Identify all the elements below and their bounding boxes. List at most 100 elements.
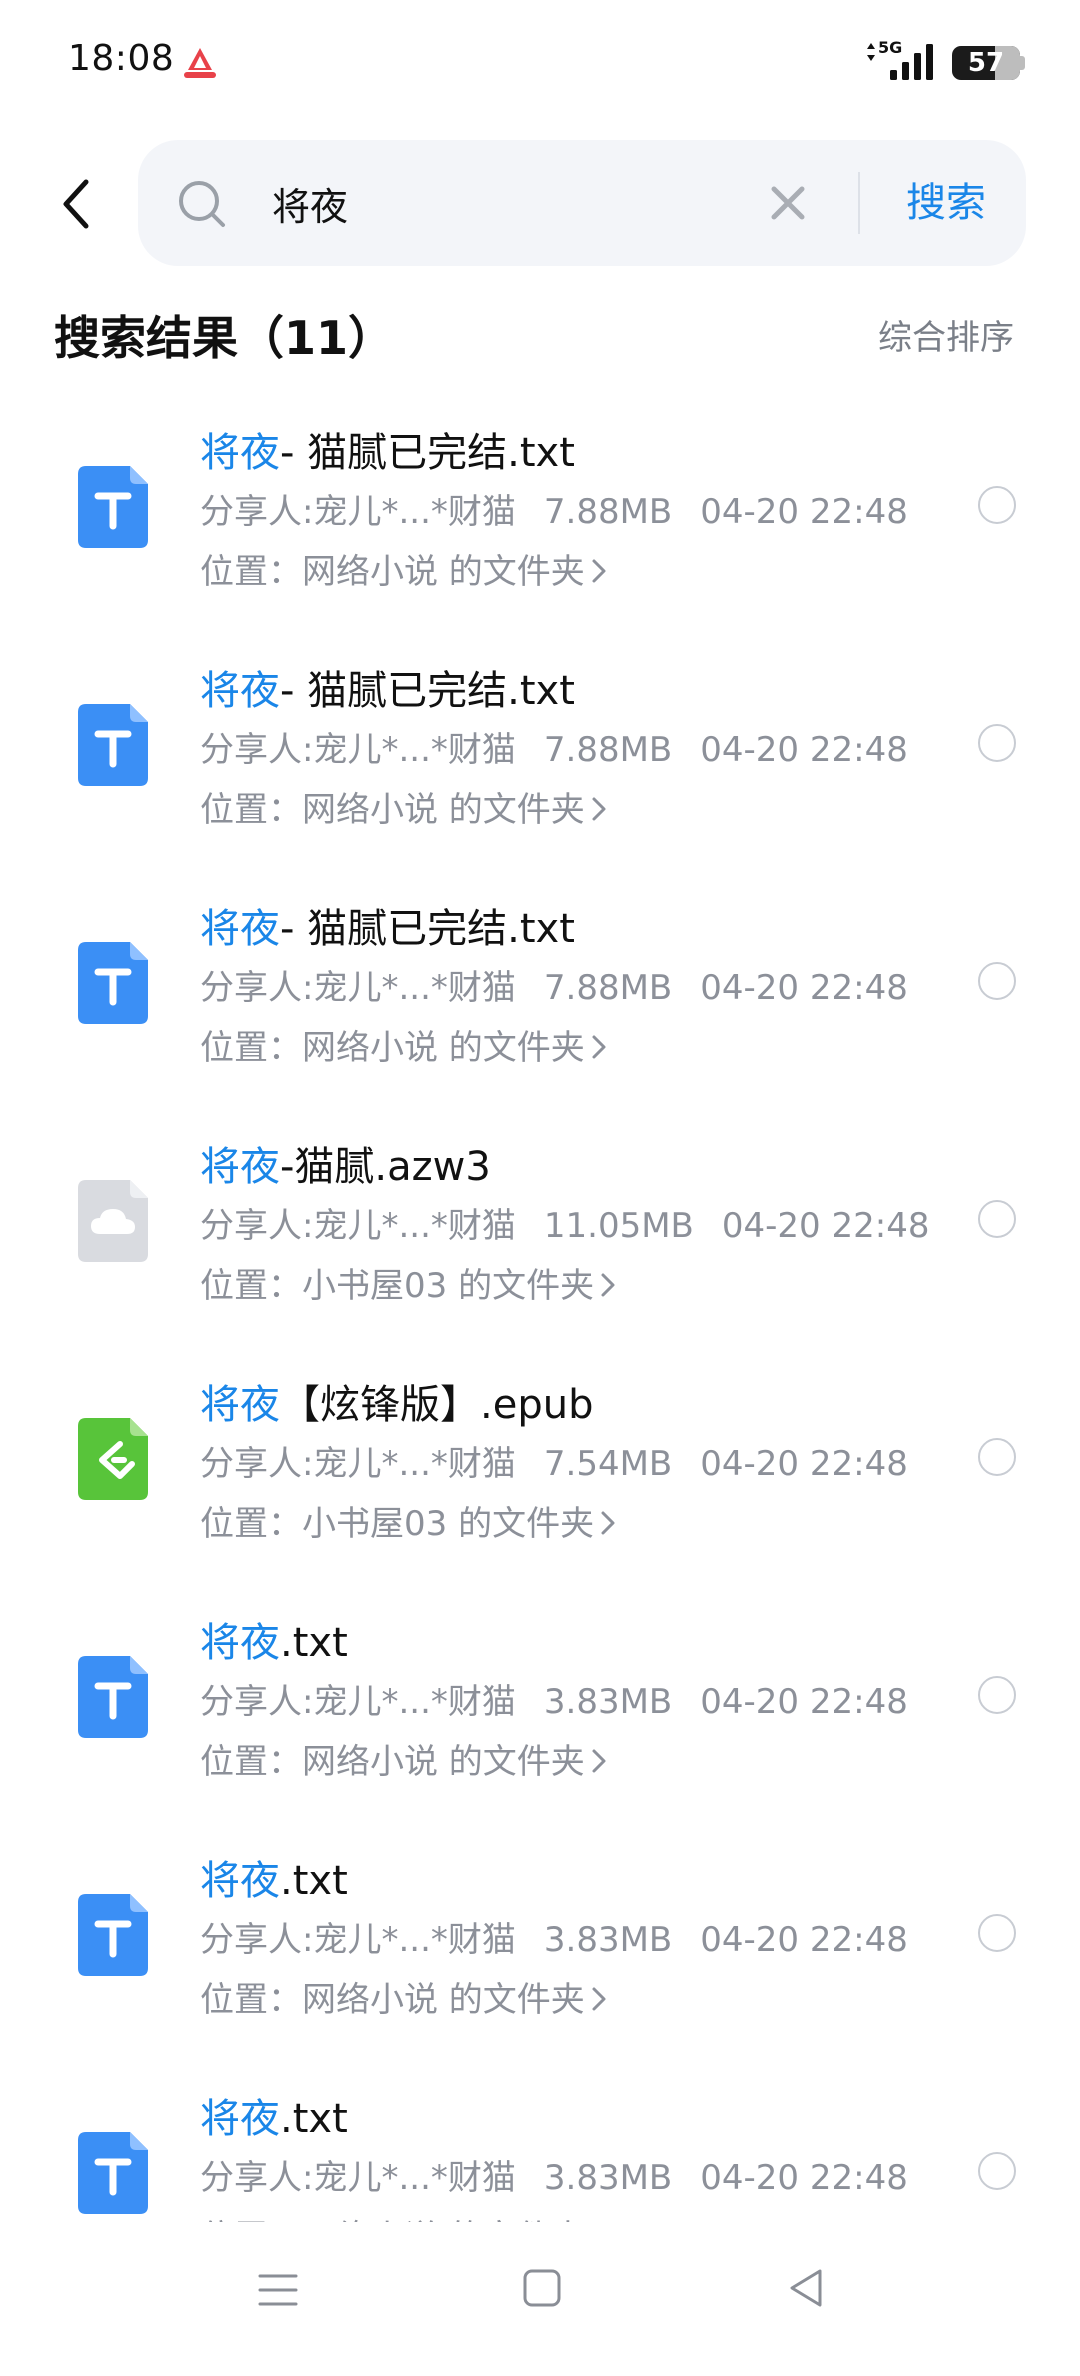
select-radio[interactable] <box>978 1914 1016 1952</box>
close-icon[interactable] <box>768 183 808 223</box>
file-size: 7.88MB <box>543 968 673 1008</box>
file-location[interactable]: 位置：网络小说 的文件夹 <box>200 1734 607 1784</box>
battery-tip <box>1020 56 1025 70</box>
select-radio[interactable] <box>978 1676 1016 1714</box>
file-size: 7.88MB <box>543 492 673 532</box>
title-rest: - 猫腻已完结.txt <box>280 668 575 714</box>
epub-file-icon <box>78 1418 148 1500</box>
txt-file-icon <box>78 704 148 786</box>
list-item[interactable]: 将夜-猫腻.azw3 分享人:宠儿*...*财猫 11.05MB 04-20 22:… <box>0 1114 1080 1352</box>
select-radio[interactable] <box>978 962 1016 1000</box>
file-size: 3.83MB <box>543 2158 673 2198</box>
file-sharer: 分享人:宠儿*...*财猫 <box>200 1206 516 1246</box>
list-item[interactable]: 将夜- 猫腻已完结.txt 分享人:宠儿*...*财猫 7.88MB 04-20 2… <box>0 638 1080 876</box>
file-size: 3.83MB <box>543 1682 673 1722</box>
file-sharer: 分享人:宠儿*...*财猫 <box>200 730 516 770</box>
file-meta: 分享人:宠儿*...*财猫 3.83MB 04-20 22:48 <box>200 2150 908 2199</box>
title-highlight: 将夜 <box>200 2096 280 2142</box>
file-location[interactable]: 位置：小书屋03 的文件夹 <box>200 1258 616 1308</box>
results-title: 搜索结果（11） <box>54 311 395 365</box>
chevron-right-icon <box>600 1506 616 1546</box>
file-size: 7.54MB <box>543 1444 673 1484</box>
title-highlight: 将夜 <box>200 1620 280 1666</box>
title-rest: .txt <box>280 1858 348 1904</box>
list-item[interactable]: 将夜.txt 分享人:宠儿*...*财猫 3.83MB 04-20 22:48 位置… <box>0 1828 1080 2066</box>
app-notification-icon <box>184 48 216 78</box>
file-sharer: 分享人:宠儿*...*财猫 <box>200 968 516 1008</box>
file-location[interactable]: 位置：网络小说 的文件夹 <box>200 2210 607 2222</box>
file-location[interactable]: 位置：网络小说 的文件夹 <box>200 782 607 832</box>
file-size: 3.83MB <box>543 1920 673 1960</box>
select-radio[interactable] <box>978 2152 1016 2190</box>
file-location[interactable]: 位置：网络小说 的文件夹 <box>200 1972 607 2022</box>
result-list: 将夜- 猫腻已完结.txt 分享人:宠儿*...*财猫 7.88MB 04-20 2… <box>0 400 1080 2222</box>
location-text: 位置：小书屋03 的文件夹 <box>200 1266 595 1306</box>
title-rest: .txt <box>280 1620 348 1666</box>
file-title: 将夜.txt <box>200 1610 348 1668</box>
list-item[interactable]: 将夜- 猫腻已完结.txt 分享人:宠儿*...*财猫 7.88MB 04-20 2… <box>0 400 1080 638</box>
file-title: 将夜- 猫腻已完结.txt <box>200 658 575 716</box>
file-title: 将夜-猫腻.azw3 <box>200 1134 491 1192</box>
search-divider <box>858 172 860 234</box>
file-date: 04-20 22:48 <box>700 730 908 770</box>
file-location[interactable]: 位置：网络小说 的文件夹 <box>200 1020 607 1070</box>
menu-icon[interactable] <box>254 2266 302 2314</box>
title-rest: - 猫腻已完结.txt <box>280 430 575 476</box>
file-title: 将夜【炫锋版】.epub <box>200 1372 593 1430</box>
location-text: 位置：网络小说 的文件夹 <box>200 552 585 592</box>
chevron-right-icon <box>591 792 607 832</box>
file-date: 04-20 22:48 <box>721 1206 930 1246</box>
chevron-right-icon <box>591 554 607 594</box>
file-title: 将夜.txt <box>200 2086 348 2144</box>
battery-indicator: 57 <box>952 46 1020 80</box>
title-rest: 【炫锋版】.epub <box>280 1382 594 1428</box>
location-text: 位置：小书屋03 的文件夹 <box>200 1504 595 1544</box>
signal-strength-icon <box>890 44 933 80</box>
search-input[interactable] <box>272 168 752 238</box>
title-rest: - 猫腻已完结.txt <box>280 906 575 952</box>
txt-file-icon <box>78 1894 148 1976</box>
file-location[interactable]: 位置：网络小说 的文件夹 <box>200 544 607 594</box>
status-bar: 18:08 5G 57 <box>0 0 1080 130</box>
sort-button[interactable]: 综合排序 <box>878 310 1014 359</box>
back-triangle-icon[interactable] <box>782 2264 830 2312</box>
location-text: 位置：网络小说 的文件夹 <box>200 1980 585 2020</box>
home-icon[interactable] <box>518 2264 566 2312</box>
file-sharer: 分享人:宠儿*...*财猫 <box>200 1682 516 1722</box>
file-meta: 分享人:宠儿*...*财猫 7.54MB 04-20 22:48 <box>200 1436 908 1485</box>
title-highlight: 将夜 <box>200 906 280 952</box>
list-item[interactable]: 将夜.txt 分享人:宠儿*...*财猫 3.83MB 04-20 22:48 位置… <box>0 2066 1080 2222</box>
file-title: 将夜- 猫腻已完结.txt <box>200 896 575 954</box>
file-date: 04-20 22:48 <box>700 968 908 1008</box>
select-radio[interactable] <box>978 486 1016 524</box>
select-radio[interactable] <box>978 1438 1016 1476</box>
file-date: 04-20 22:48 <box>700 2158 908 2198</box>
chevron-left-icon <box>63 179 89 229</box>
file-title: 将夜- 猫腻已完结.txt <box>200 420 575 478</box>
battery-level: 57 <box>967 48 1005 78</box>
file-title: 将夜.txt <box>200 1848 348 1906</box>
file-location[interactable]: 位置：小书屋03 的文件夹 <box>200 1496 616 1546</box>
title-highlight: 将夜 <box>200 430 280 476</box>
file-date: 04-20 22:48 <box>700 1920 908 1960</box>
chevron-right-icon <box>591 1982 607 2022</box>
file-meta: 分享人:宠儿*...*财猫 7.88MB 04-20 22:48 <box>200 960 908 1009</box>
chevron-right-icon <box>591 1744 607 1784</box>
list-item[interactable]: 将夜.txt 分享人:宠儿*...*财猫 3.83MB 04-20 22:48 位置… <box>0 1590 1080 1828</box>
file-meta: 分享人:宠儿*...*财猫 3.83MB 04-20 22:48 <box>200 1674 908 1723</box>
title-rest: -猫腻.azw3 <box>280 1144 491 1190</box>
txt-file-icon <box>78 942 148 1024</box>
list-item[interactable]: 将夜- 猫腻已完结.txt 分享人:宠儿*...*财猫 7.88MB 04-20 2… <box>0 876 1080 1114</box>
txt-file-icon <box>78 466 148 548</box>
location-text: 位置：网络小说 的文件夹 <box>200 1742 585 1782</box>
status-time: 18:08 <box>68 38 175 79</box>
back-button[interactable] <box>50 168 106 240</box>
select-radio[interactable] <box>978 1200 1016 1238</box>
select-radio[interactable] <box>978 724 1016 762</box>
search-button[interactable]: 搜索 <box>886 170 1006 236</box>
search-box: 搜索 <box>138 140 1026 266</box>
file-size: 7.88MB <box>543 730 673 770</box>
navigation-bar <box>0 2222 1080 2376</box>
chevron-right-icon <box>591 1030 607 1070</box>
list-item[interactable]: 将夜【炫锋版】.epub 分享人:宠儿*...*财猫 7.54MB 04-20 22… <box>0 1352 1080 1590</box>
